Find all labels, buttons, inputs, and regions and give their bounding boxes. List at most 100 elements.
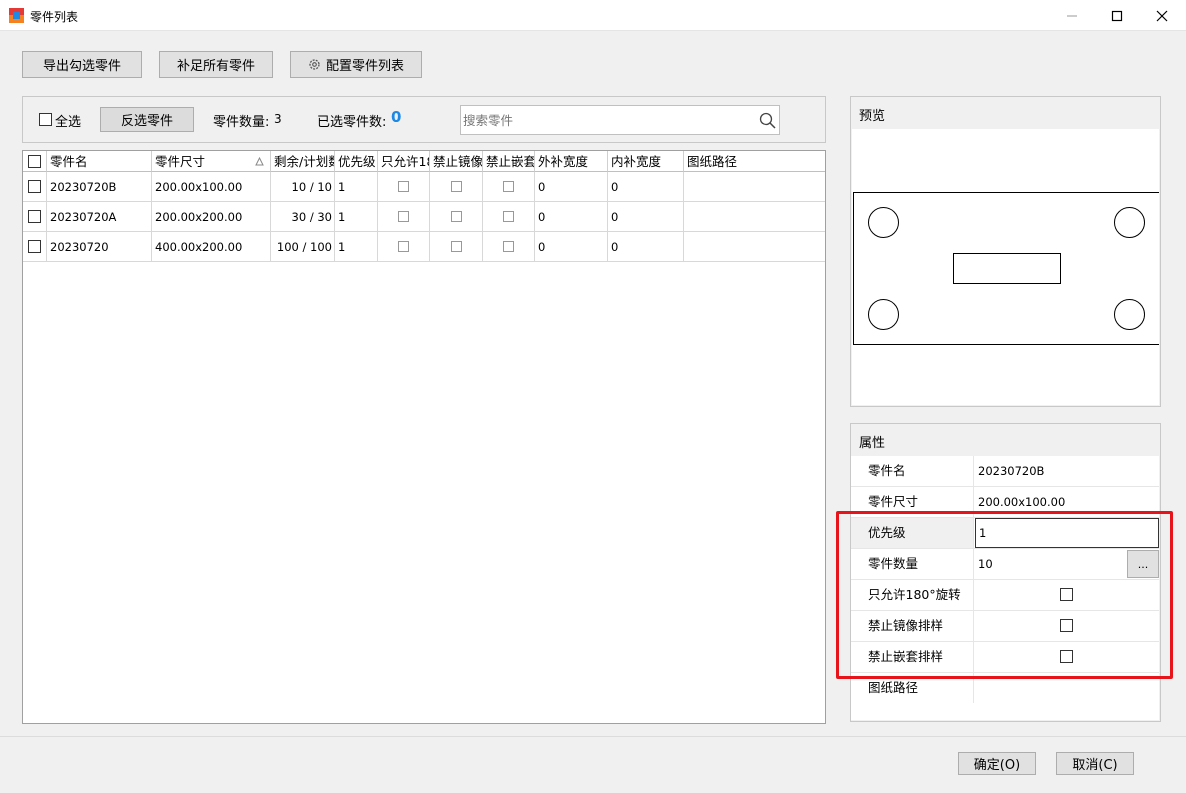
title-bar: 零件列表: [0, 0, 1186, 31]
header-checkbox[interactable]: [28, 154, 41, 168]
column-header-size[interactable]: 零件尺寸: [152, 151, 271, 172]
preview-panel: 预览: [850, 96, 1161, 407]
ok-label: 确定(O): [973, 758, 1021, 773]
cell-rotate: [378, 172, 430, 202]
row-checkbox[interactable]: [28, 240, 41, 253]
properties-title: 属性: [859, 436, 886, 451]
column-header-drawing-path[interactable]: 图纸路径: [684, 151, 825, 172]
select-all-label: 全选: [55, 115, 82, 130]
column-header-inner-width[interactable]: 内补宽度: [608, 151, 684, 172]
highlight-box: [836, 511, 1173, 679]
cell-priority: 1: [335, 202, 378, 232]
preview-canvas: [852, 129, 1159, 405]
cell-name: 20230720A: [47, 202, 152, 232]
close-button[interactable]: [1139, 0, 1185, 31]
cell-outer-width: 0: [535, 232, 608, 262]
search-input[interactable]: [463, 111, 753, 129]
column-header-no-mirror[interactable]: 禁止镜像: [430, 151, 483, 172]
cell-drawing-path: [684, 202, 825, 232]
cell-inner-width: 0: [608, 202, 684, 232]
row-select-cell: [23, 202, 47, 232]
cell-remaining: 30 / 30: [271, 202, 335, 232]
cell-inner-width: 0: [608, 172, 684, 202]
cell-priority: 1: [335, 172, 378, 202]
rotate-checkbox[interactable]: [398, 241, 409, 252]
no-mirror-checkbox[interactable]: [450, 181, 462, 192]
cell-no-nest: [483, 172, 535, 202]
part-drawing: [853, 192, 1159, 345]
fill-all-button[interactable]: 补足所有零件: [159, 51, 273, 78]
column-header-no-nest[interactable]: 禁止嵌套: [483, 151, 535, 172]
cell-rotate: [378, 232, 430, 262]
column-header-remaining[interactable]: 剩余/计划数: [271, 151, 335, 172]
cell-outer-width: 0: [535, 172, 608, 202]
no-nest-checkbox[interactable]: [503, 181, 514, 192]
no-mirror-checkbox[interactable]: [450, 211, 462, 222]
column-header-name[interactable]: 零件名: [47, 151, 152, 172]
cell-no-nest: [483, 202, 535, 232]
app-logo-icon: [9, 8, 24, 23]
close-icon: [1156, 10, 1168, 21]
cell-drawing-path: [684, 232, 825, 262]
footer-divider: [0, 736, 1186, 737]
cell-outer-width: 0: [535, 202, 608, 232]
cell-name: 20230720B: [47, 172, 152, 202]
column-header-rotate[interactable]: 只允许180°: [378, 151, 430, 172]
row-checkbox[interactable]: [28, 180, 41, 193]
configure-list-button[interactable]: 配置零件列表: [290, 51, 422, 78]
gear-icon: [309, 59, 320, 70]
no-nest-checkbox[interactable]: [503, 241, 514, 252]
invert-selection-label: 反选零件: [120, 114, 173, 129]
selected-count-value: 0: [391, 108, 402, 126]
no-nest-checkbox[interactable]: [503, 211, 514, 222]
column-header-size-label: 零件尺寸: [155, 154, 206, 169]
header-select-cell: [23, 151, 47, 172]
cancel-label: 取消(C): [1072, 758, 1118, 773]
property-value: 20230720B: [978, 464, 1045, 478]
select-all-checkbox[interactable]: [39, 113, 52, 126]
sort-ascending-icon: [255, 157, 264, 166]
search-box: [460, 105, 780, 135]
property-name: 零件名: [851, 456, 974, 486]
cell-no-mirror: [430, 172, 483, 202]
column-header-priority[interactable]: 优先级: [335, 151, 378, 172]
export-checked-button[interactable]: 导出勾选零件: [22, 51, 142, 78]
maximize-icon: [1111, 10, 1123, 21]
cell-size: 200.00x100.00: [152, 172, 271, 202]
selected-count-label: 已选零件数:: [317, 115, 387, 130]
window-title: 零件列表: [30, 10, 79, 24]
rotate-checkbox[interactable]: [398, 181, 409, 192]
part-count-label: 零件数量:: [213, 115, 270, 130]
export-checked-label: 导出勾选零件: [42, 59, 121, 74]
invert-selection-button[interactable]: 反选零件: [100, 107, 194, 132]
fill-all-label: 补足所有零件: [176, 59, 255, 74]
search-icon[interactable]: [759, 112, 776, 129]
cell-name: 20230720: [47, 232, 152, 262]
cell-remaining: 100 / 100: [271, 232, 335, 262]
cell-remaining: 10 / 10: [271, 172, 335, 202]
maximize-button[interactable]: [1094, 0, 1140, 31]
ok-button[interactable]: 确定(O): [958, 752, 1036, 775]
row-select-cell: [23, 172, 47, 202]
cell-size: 200.00x200.00: [152, 202, 271, 232]
cell-no-mirror: [430, 202, 483, 232]
cell-priority: 1: [335, 232, 378, 262]
part-count-value: 3: [274, 112, 282, 126]
parts-table: 零件名 零件尺寸 剩余/计划数 优先级 只允许180° 禁止镜像 禁止嵌套 外补…: [22, 150, 826, 724]
preview-title: 预览: [859, 109, 886, 124]
cancel-button[interactable]: 取消(C): [1056, 752, 1134, 775]
cell-rotate: [378, 202, 430, 232]
cell-drawing-path: [684, 172, 825, 202]
column-header-outer-width[interactable]: 外补宽度: [535, 151, 608, 172]
rotate-checkbox[interactable]: [398, 211, 409, 222]
property-row-part-name: 零件名 20230720B: [851, 456, 1159, 487]
row-checkbox[interactable]: [28, 210, 41, 223]
row-select-cell: [23, 232, 47, 262]
minimize-icon: [1067, 15, 1077, 16]
cell-size: 400.00x200.00: [152, 232, 271, 262]
no-mirror-checkbox[interactable]: [450, 241, 462, 252]
cell-no-mirror: [430, 232, 483, 262]
configure-list-label: 配置零件列表: [325, 59, 404, 74]
minimize-button[interactable]: [1049, 0, 1095, 31]
cell-inner-width: 0: [608, 232, 684, 262]
